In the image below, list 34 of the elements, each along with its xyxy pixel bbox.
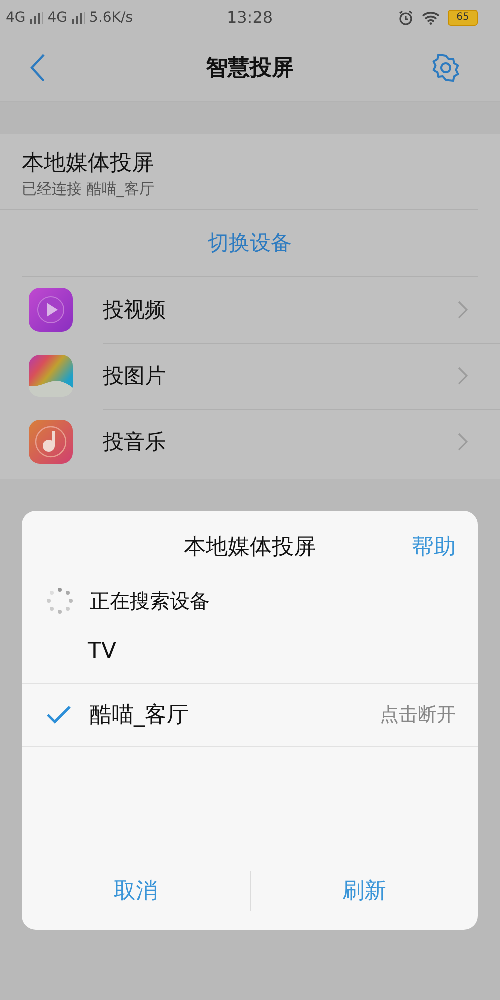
switch-device-button[interactable]: 切换设备: [200, 225, 300, 261]
settings-icon[interactable]: [432, 54, 460, 82]
searching-status: 正在搜索设备: [90, 588, 210, 614]
page-title: 智慧投屏: [204, 55, 295, 83]
menu-item[interactable]: 投图片: [0, 343, 500, 409]
signal-icon: [28, 12, 45, 24]
network-type: 4G: [48, 10, 68, 26]
chevron-icon: [458, 433, 468, 451]
wifi-icon: [422, 10, 440, 24]
music-note-icon: [29, 420, 73, 464]
loading-spinner-icon: [46, 587, 74, 615]
disconnect-button[interactable]: 点击断开: [380, 702, 456, 728]
menu-item[interactable]: 投视频: [0, 277, 500, 343]
menu-item[interactable]: 投音乐: [0, 409, 500, 475]
device-group-label: TV: [88, 638, 116, 664]
clock-time: 13:28: [226, 8, 274, 27]
gallery-icon: [29, 354, 73, 398]
check-icon: [46, 705, 72, 725]
help-link[interactable]: 帮助: [412, 532, 456, 562]
dialog-button[interactable]: 取消: [22, 852, 250, 930]
back-icon[interactable]: [30, 54, 46, 82]
chevron-icon: [458, 367, 468, 385]
network-type: 4G: [6, 10, 26, 26]
device-row[interactable]: 酷喵_客厅 点击断开: [22, 684, 478, 747]
battery-icon: 65: [448, 10, 478, 26]
signal-icon: [70, 12, 87, 24]
network-speed: 5.6K/s: [90, 10, 133, 26]
connection-status: 已经连接 酷喵_客厅: [22, 180, 156, 199]
alarm-icon: [398, 10, 414, 26]
chevron-icon: [458, 301, 468, 319]
section-title: 本地媒体投屏: [22, 150, 155, 178]
play-icon: [29, 288, 73, 332]
dialog-button[interactable]: 刷新: [250, 852, 478, 930]
dialog-title: 本地媒体投屏: [184, 534, 316, 562]
